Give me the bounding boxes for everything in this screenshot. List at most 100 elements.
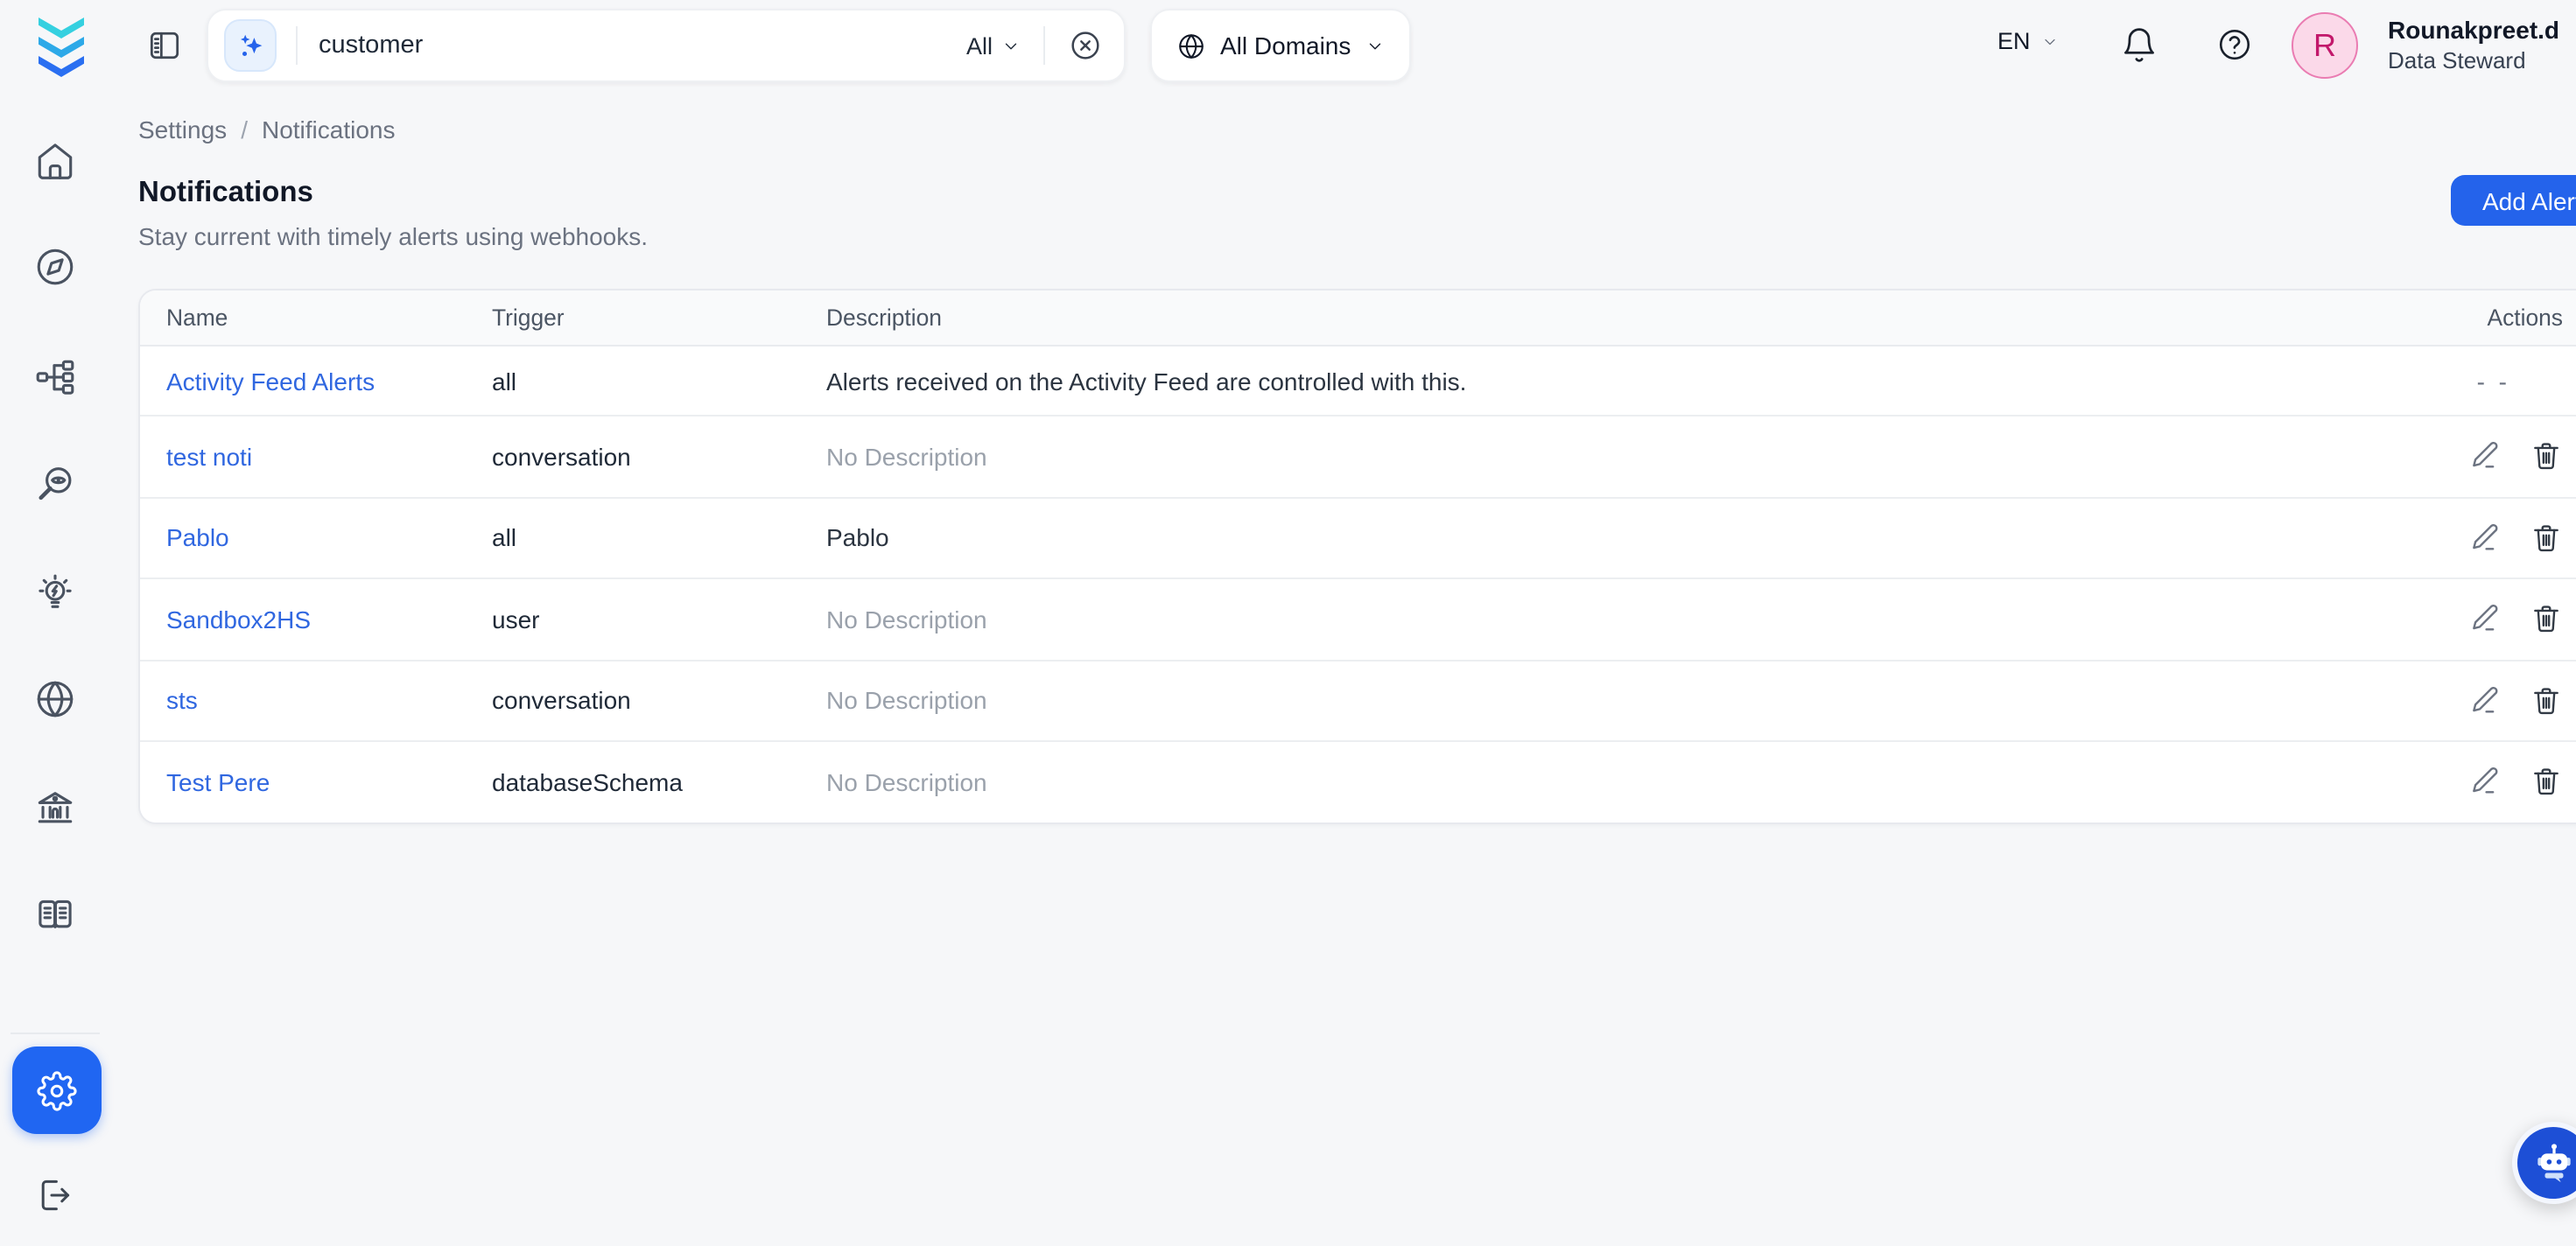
table-row: Test Pere databaseSchema No Description [140, 740, 2576, 822]
delete-icon[interactable] [2530, 766, 2563, 799]
breadcrumb-notifications[interactable]: Notifications [262, 116, 396, 144]
alert-trigger: databaseSchema [492, 768, 826, 796]
alert-actions [2353, 522, 2576, 555]
atlan-logo[interactable] [35, 14, 88, 77]
alert-name-link[interactable]: Pablo [166, 524, 492, 552]
search-scope-label: All [966, 32, 993, 59]
all-domains-label: All Domains [1220, 32, 1351, 60]
column-header-name: Name [166, 304, 492, 331]
web-icon [33, 677, 77, 721]
search-scope-dropdown[interactable]: All [966, 32, 1021, 59]
logout-icon[interactable] [33, 1174, 75, 1216]
governance-icon [33, 786, 77, 830]
notifications-table: Name Trigger Description Actions Activit… [138, 289, 2576, 823]
delete-icon[interactable] [2530, 522, 2563, 555]
sidebar-item-glossary[interactable] [33, 892, 77, 936]
robot-icon [2529, 1138, 2576, 1187]
compass-icon [33, 245, 77, 289]
glossary-icon [33, 892, 77, 936]
divider [1043, 26, 1045, 65]
table-row: test noti conversation No Description [140, 415, 2576, 496]
topbar: customer All All Domains [0, 0, 2576, 91]
alert-name-link[interactable]: Test Pere [166, 768, 492, 796]
sidebar-toggle-icon[interactable] [145, 26, 184, 65]
sidebar-item-discover[interactable] [33, 245, 77, 289]
alert-actions [2353, 766, 2576, 799]
delete-icon[interactable] [2530, 440, 2563, 473]
column-header-trigger: Trigger [492, 304, 826, 331]
sidebar-item-workflows[interactable] [33, 355, 77, 399]
app-window: customer All All Domains [0, 0, 2576, 1246]
column-header-actions: Actions [2353, 304, 2576, 331]
observability-icon [33, 462, 77, 506]
alert-trigger: user [492, 606, 826, 634]
sidebar-item-insights[interactable] [33, 572, 77, 616]
edit-icon[interactable] [2468, 603, 2502, 636]
edit-icon[interactable] [2468, 440, 2502, 473]
alert-description: No Description [826, 768, 2353, 796]
clear-search-icon[interactable] [1068, 28, 1103, 63]
page-title: Notifications [138, 177, 313, 210]
no-actions-placeholder: - - [2477, 367, 2510, 395]
table-header-row: Name Trigger Description Actions [140, 290, 2576, 346]
insights-icon [33, 572, 77, 616]
delete-icon[interactable] [2530, 603, 2563, 636]
alert-trigger: conversation [492, 443, 826, 471]
gear-icon [37, 1070, 77, 1110]
alert-description: Alerts received on the Activity Feed are… [826, 367, 2353, 395]
avatar-initial: R [2313, 27, 2336, 64]
user-role: Data Steward [2388, 46, 2559, 77]
alert-trigger: all [492, 367, 826, 395]
language-label: EN [1997, 28, 2031, 54]
chevron-down-icon [1365, 36, 1384, 55]
table-row: sts conversation No Description [140, 659, 2576, 740]
table-row: Sandbox2HS user No Description [140, 578, 2576, 659]
help-icon[interactable] [2216, 26, 2253, 63]
sidebar-item-settings[interactable] [12, 1046, 102, 1134]
sidebar-item-governance[interactable] [33, 786, 77, 830]
edit-icon[interactable] [2468, 766, 2502, 799]
sidebar-item-observability[interactable] [33, 462, 77, 506]
user-avatar[interactable]: R [2292, 12, 2358, 79]
alert-actions [2353, 603, 2576, 636]
alert-description: Pablo [826, 524, 2353, 552]
divider [296, 26, 298, 65]
home-icon [33, 140, 77, 184]
alert-description: No Description [826, 443, 2353, 471]
alert-name-link[interactable]: Sandbox2HS [166, 606, 492, 634]
table-row: Activity Feed Alerts all Alerts received… [140, 346, 2576, 415]
chevron-down-icon [2041, 32, 2059, 50]
alert-actions: - - [2353, 367, 2576, 395]
alert-description: No Description [826, 687, 2353, 715]
breadcrumb: Settings / Notifications [138, 116, 396, 144]
alert-trigger: conversation [492, 687, 826, 715]
table-row: Pablo all Pablo [140, 496, 2576, 578]
edit-icon[interactable] [2468, 522, 2502, 555]
sidebar-divider [11, 1032, 100, 1034]
breadcrumb-separator: / [241, 116, 248, 144]
breadcrumb-settings[interactable]: Settings [138, 116, 227, 144]
all-domains-dropdown[interactable]: All Domains [1150, 9, 1410, 82]
alert-description: No Description [826, 606, 2353, 634]
chatbot-button[interactable] [2512, 1122, 2576, 1204]
alert-name-link[interactable]: sts [166, 687, 492, 715]
language-dropdown[interactable]: EN [1997, 28, 2059, 54]
alert-name-link[interactable]: Activity Feed Alerts [166, 367, 492, 395]
bell-icon[interactable] [2120, 26, 2158, 65]
user-menu[interactable]: Rounakpreet.d Data Steward [2388, 14, 2559, 77]
alert-trigger: all [492, 524, 826, 552]
chevron-down-icon [1001, 36, 1021, 55]
sidebar-item-home[interactable] [33, 140, 77, 184]
sidebar-item-web[interactable] [33, 677, 77, 721]
ai-sparkles-icon[interactable] [224, 19, 277, 72]
add-alert-button[interactable]: Add Alert [2451, 175, 2576, 226]
workflow-icon [33, 355, 77, 399]
globe-icon [1176, 31, 1206, 60]
delete-icon[interactable] [2530, 684, 2563, 718]
global-search-bar[interactable]: customer All [207, 9, 1126, 82]
column-header-description: Description [826, 304, 2353, 331]
alert-name-link[interactable]: test noti [166, 443, 492, 471]
alert-actions [2353, 684, 2576, 718]
edit-icon[interactable] [2468, 684, 2502, 718]
search-input[interactable]: customer [319, 32, 966, 60]
